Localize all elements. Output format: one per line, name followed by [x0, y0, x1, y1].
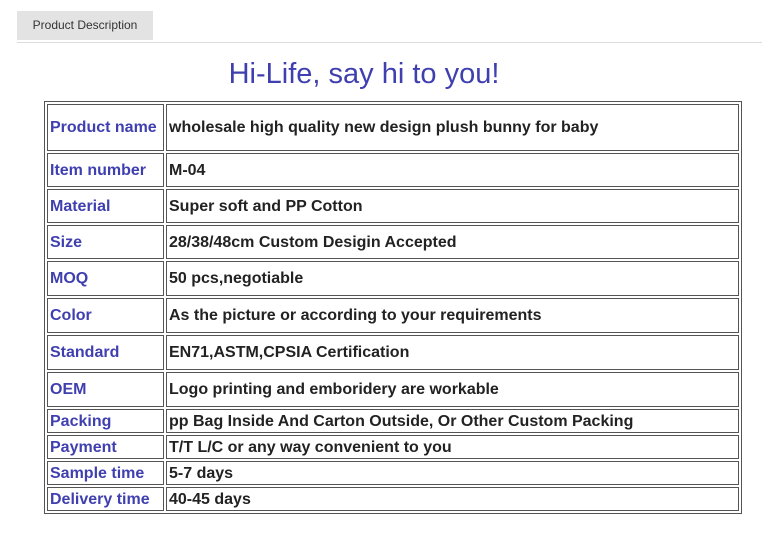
spec-value: Logo printing and emboridery are workabl… [166, 372, 739, 407]
table-row: Payment T/T L/C or any way convenient to… [47, 435, 739, 459]
spec-label: Product name [47, 104, 164, 151]
spec-label: Packing [47, 409, 164, 433]
spec-label: Standard [47, 335, 164, 370]
table-row: Color As the picture or according to you… [47, 298, 739, 333]
spec-label: Delivery time [47, 487, 164, 511]
table-row: Delivery time 40-45 days [47, 487, 739, 511]
spec-label: Sample time [47, 461, 164, 485]
spec-label: MOQ [47, 261, 164, 296]
spec-label: Material [47, 189, 164, 223]
table-row: Product name wholesale high quality new … [47, 104, 739, 151]
tab-product-description[interactable]: Product Description [17, 11, 153, 40]
page-headline: Hi-Life, say hi to you! [228, 58, 500, 90]
spec-value: As the picture or according to your requ… [166, 298, 739, 333]
tab-bar: Product Description [17, 11, 762, 43]
product-spec-table: Product name wholesale high quality new … [44, 101, 742, 514]
spec-value: Super soft and PP Cotton [166, 189, 739, 223]
spec-value: 5-7 days [166, 461, 739, 485]
table-row: Size 28/38/48cm Custom Desigin Accepted [47, 225, 739, 259]
table-row: Item number M-04 [47, 153, 739, 187]
spec-value: 40-45 days [166, 487, 739, 511]
table-row: Sample time 5-7 days [47, 461, 739, 485]
spec-label: Color [47, 298, 164, 333]
spec-value: wholesale high quality new design plush … [166, 104, 739, 151]
spec-label: Payment [47, 435, 164, 459]
spec-label: Size [47, 225, 164, 259]
table-row: Packing pp Bag Inside And Carton Outside… [47, 409, 739, 433]
spec-label: OEM [47, 372, 164, 407]
spec-value: 28/38/48cm Custom Desigin Accepted [166, 225, 739, 259]
spec-value: 50 pcs,negotiable [166, 261, 739, 296]
table-row: Standard EN71,ASTM,CPSIA Certification [47, 335, 739, 370]
spec-label: Item number [47, 153, 164, 187]
table-row: MOQ 50 pcs,negotiable [47, 261, 739, 296]
spec-value: M-04 [166, 153, 739, 187]
spec-value: T/T L/C or any way convenient to you [166, 435, 739, 459]
spec-value: pp Bag Inside And Carton Outside, Or Oth… [166, 409, 739, 433]
table-row: OEM Logo printing and emboridery are wor… [47, 372, 739, 407]
table-row: Material Super soft and PP Cotton [47, 189, 739, 223]
spec-value: EN71,ASTM,CPSIA Certification [166, 335, 739, 370]
